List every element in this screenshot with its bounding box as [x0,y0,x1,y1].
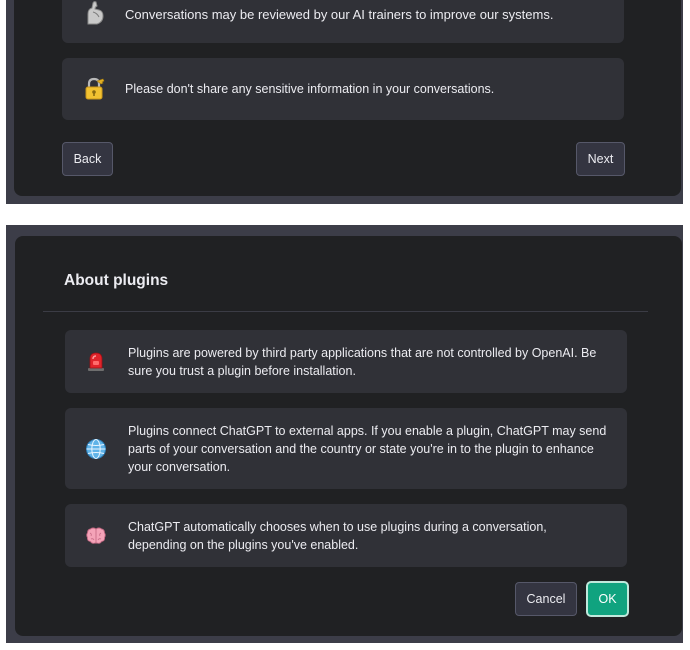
screenshot: Conversations may be reviewed by our AI … [0,0,690,650]
about-plugins-backdrop: About plugins Plugins are powered by thi… [6,225,683,643]
info-card-sensitive-info: Please don't share any sensitive informa… [62,58,624,120]
info-card-ai-trainers: Conversations may be reviewed by our AI … [62,0,624,43]
info-card-third-party: Plugins are powered by third party appli… [65,330,627,393]
back-button[interactable]: Back [62,142,113,176]
modal-title: About plugins [64,272,169,289]
info-card-text: Please don't share any sensitive informa… [125,82,495,96]
privacy-step-modal: Conversations may be reviewed by our AI … [14,0,681,196]
ok-button[interactable]: OK [586,581,629,617]
lock-with-key-icon [82,77,106,101]
flexed-biceps-icon [84,0,106,26]
title-divider [43,311,648,312]
info-card-text: ChatGPT automatically chooses when to us… [128,520,547,552]
next-button[interactable]: Next [576,142,625,176]
info-card-text: Plugins are powered by third party appli… [128,346,597,378]
info-card-text: Conversations may be reviewed by our AI … [125,7,554,22]
globe-icon [85,438,107,460]
info-card-text: Plugins connect ChatGPT to external apps… [128,424,607,474]
brain-icon [85,525,107,547]
info-card-external-apps: Plugins connect ChatGPT to external apps… [65,408,627,489]
about-plugins-modal: About plugins Plugins are powered by thi… [15,236,682,636]
privacy-step-backdrop: Conversations may be reviewed by our AI … [6,0,683,204]
cancel-button[interactable]: Cancel [515,582,577,616]
info-card-auto-choose: ChatGPT automatically chooses when to us… [65,504,627,567]
rotating-light-icon [85,350,107,372]
